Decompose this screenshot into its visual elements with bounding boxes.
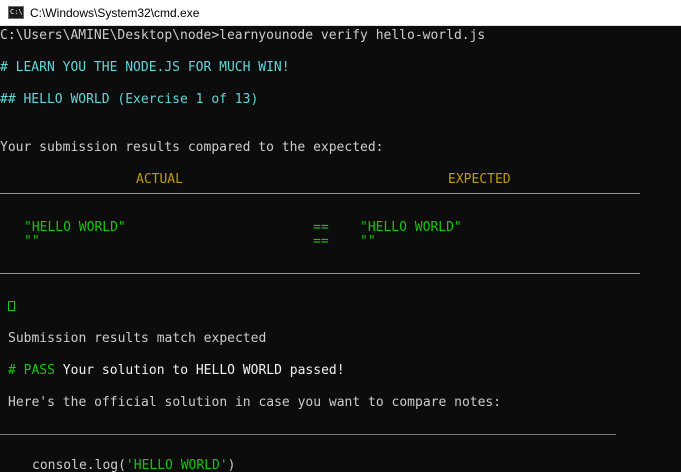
expected-value-2: "" xyxy=(360,234,376,249)
terminal-output[interactable]: C:\Users\AMINE\Desktop\node>learnyounode… xyxy=(0,26,681,472)
expected-header: EXPECTED xyxy=(448,172,511,187)
command-line: C:\Users\AMINE\Desktop\node>learnyounode… xyxy=(0,28,485,44)
actual-value-2: "" xyxy=(24,234,40,249)
code-prefix: console.log( xyxy=(32,458,126,472)
results-divider xyxy=(0,273,640,274)
pass-tag: # PASS xyxy=(8,363,55,378)
pass-line: # PASS Your solution to HELLO WORLD pass… xyxy=(8,363,345,379)
solution-intro: Here's the official solution in case you… xyxy=(8,395,502,410)
header-divider xyxy=(0,193,640,194)
code-string: 'HELLO WORLD' xyxy=(125,458,228,472)
compare-operator-2: == xyxy=(313,234,329,249)
prompt: C:\Users\AMINE\Desktop\node> xyxy=(0,28,220,43)
command-text: learnyounode verify hello-world.js xyxy=(219,28,486,43)
exercise-heading: ## HELLO WORLD (Exercise 1 of 13) xyxy=(0,92,259,107)
check-icon xyxy=(8,301,15,311)
solution-divider xyxy=(0,434,616,435)
actual-header: ACTUAL xyxy=(136,172,183,187)
solution-code: console.log('HELLO WORLD') xyxy=(32,458,236,472)
checkmark-glyph xyxy=(8,299,15,315)
window-titlebar[interactable]: C:\ C:\Windows\System32\cmd.exe xyxy=(0,0,681,26)
code-suffix: ) xyxy=(227,458,236,472)
banner-text: # LEARN YOU THE NODE.JS FOR MUCH WIN! xyxy=(0,60,290,75)
window-title: C:\Windows\System32\cmd.exe xyxy=(30,5,200,20)
cmd-icon: C:\ xyxy=(8,6,24,19)
match-message: Submission results match expected xyxy=(8,331,267,346)
compare-intro: Your submission results compared to the … xyxy=(0,140,384,155)
pass-message: Your solution to HELLO WORLD passed! xyxy=(62,363,345,378)
